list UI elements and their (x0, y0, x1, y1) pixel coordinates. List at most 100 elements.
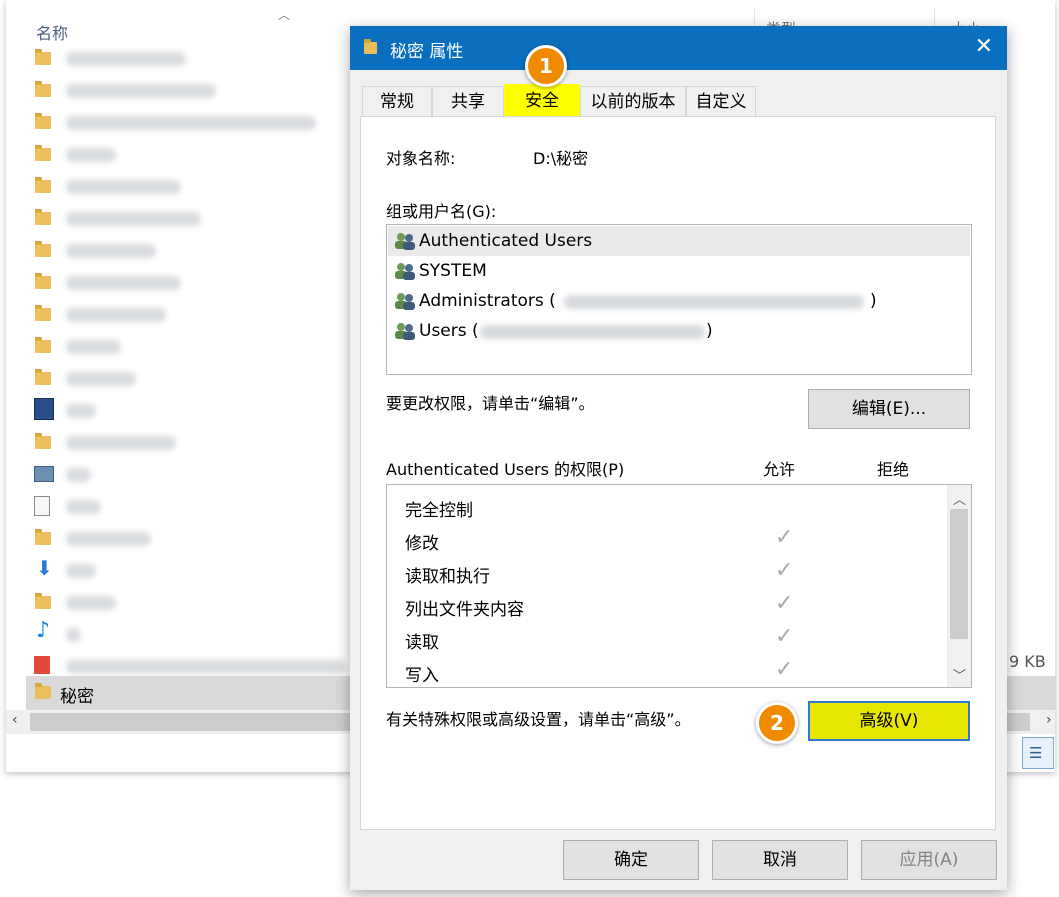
dialog-titlebar[interactable]: 秘密 属性 ✕ (350, 26, 1007, 70)
deny-header: 拒绝 (877, 460, 910, 479)
list-item[interactable]: ♪ (26, 618, 356, 650)
folder-icon (35, 683, 51, 699)
user-name-suffix: ) (706, 321, 713, 341)
allow-header: 允许 (763, 460, 796, 479)
details-view-button[interactable]: ☰ (1022, 737, 1054, 769)
scroll-left-icon[interactable]: ‹ (12, 712, 18, 728)
user-name: Administrators ( (419, 291, 556, 311)
list-item[interactable] (26, 106, 356, 138)
file-size: 9 KB (1009, 652, 1046, 671)
user-group-icon (394, 232, 416, 250)
scroll-down-icon[interactable]: ﹀ (953, 665, 966, 684)
list-item[interactable] (26, 138, 356, 170)
check-icon: ✓ (775, 525, 794, 550)
document-file-icon (34, 496, 50, 516)
list-item[interactable]: ⬇ (26, 554, 356, 586)
folder-icon (364, 39, 378, 56)
permissions-listbox[interactable]: 完全控制 修改 ✓ 读取和执行 ✓ 列出文件夹内容 ✓ 读取 ✓ 写入 ✓ ︿ … (386, 484, 972, 688)
tab-previous-versions[interactable]: 以前的版本 (580, 86, 686, 117)
pdf-file-icon (34, 656, 50, 674)
folder-icon (35, 177, 51, 193)
download-icon: ⬇ (36, 556, 53, 580)
permission-row-modify: 修改 ✓ (405, 522, 935, 555)
scrollbar-thumb[interactable] (950, 509, 968, 639)
list-item[interactable] (26, 394, 356, 426)
list-item[interactable] (26, 586, 356, 618)
scroll-right-icon[interactable]: › (1046, 712, 1052, 728)
user-name-suffix: ) (870, 291, 877, 311)
edit-hint: 要更改权限，请单击“编辑”。 (386, 394, 595, 413)
user-row-users[interactable]: Users ( ) (388, 316, 970, 346)
check-icon: ✓ (775, 591, 794, 616)
user-row-authenticated-users[interactable]: Authenticated Users (388, 226, 970, 256)
tab-security[interactable]: 安全 (504, 84, 580, 119)
permissions-label: Authenticated Users 的权限(P) (386, 460, 625, 479)
user-group-icon (394, 262, 416, 280)
permission-row-write: 写入 ✓ (405, 654, 935, 687)
list-item[interactable] (26, 330, 356, 362)
users-listbox[interactable]: Authenticated Users SYSTEM Administrator… (386, 224, 972, 375)
user-row-administrators[interactable]: Administrators ( ) (388, 286, 970, 316)
user-group-icon (394, 292, 416, 310)
list-item[interactable] (26, 234, 356, 266)
permission-name: 读取和执行 (405, 567, 490, 587)
list-item[interactable] (26, 490, 356, 522)
close-icon[interactable]: ✕ (975, 34, 993, 59)
check-icon: ✓ (775, 558, 794, 583)
dialog-title: 秘密 属性 (390, 42, 464, 62)
permission-row-list-folder: 列出文件夹内容 ✓ (405, 588, 935, 621)
tab-general[interactable]: 常规 (362, 86, 432, 117)
apply-button[interactable]: 应用(A) (861, 840, 997, 880)
permission-name: 读取 (405, 633, 439, 653)
check-icon: ✓ (775, 657, 794, 682)
folder-icon (35, 433, 51, 449)
advanced-button[interactable]: 高级(V) (808, 701, 970, 741)
vertical-scrollbar[interactable]: ︿ ﹀ (947, 485, 971, 687)
list-item[interactable] (26, 202, 356, 234)
user-row-system[interactable]: SYSTEM (388, 256, 970, 286)
list-item[interactable] (26, 426, 356, 458)
ok-button[interactable]: 确定 (563, 840, 699, 880)
list-item[interactable] (26, 458, 356, 490)
edit-button[interactable]: 编辑(E)... (808, 389, 970, 429)
advanced-hint: 有关特殊权限或高级设置，请单击“高级”。 (386, 710, 691, 729)
scroll-up-icon[interactable]: ︿ (953, 489, 966, 508)
folder-icon (35, 241, 51, 257)
folder-icon (35, 305, 51, 321)
permission-name: 写入 (405, 666, 439, 686)
selected-item-label: 秘密 (60, 687, 94, 707)
permission-name: 完全控制 (405, 501, 473, 521)
list-item[interactable] (26, 266, 356, 298)
folder-icon (35, 49, 51, 65)
list-item[interactable] (26, 170, 356, 202)
permission-name: 修改 (405, 534, 439, 554)
list-item[interactable] (26, 74, 356, 106)
image-file-icon (34, 466, 54, 482)
redacted-text (480, 325, 705, 339)
folder-icon (35, 369, 51, 385)
folder-icon (35, 113, 51, 129)
user-name: SYSTEM (419, 261, 487, 281)
list-item[interactable] (26, 298, 356, 330)
list-item[interactable] (26, 522, 356, 554)
music-file-icon: ♪ (36, 618, 51, 643)
tab-sharing[interactable]: 共享 (432, 86, 504, 117)
annotation-badge-1: 1 (525, 45, 567, 87)
list-item[interactable] (26, 42, 356, 74)
object-name-value: D:\秘密 (533, 149, 589, 168)
security-panel: 对象名称: D:\秘密 组或用户名(G): Authenticated User… (360, 116, 996, 830)
folder-icon (35, 337, 51, 353)
list-item[interactable] (26, 362, 356, 394)
sort-arrow-icon: ︿ (278, 8, 291, 22)
permission-row-full-control: 完全控制 (405, 489, 935, 522)
tab-customize[interactable]: 自定义 (686, 86, 756, 117)
user-name: Users ( (419, 321, 479, 341)
cancel-button[interactable]: 取消 (712, 840, 848, 880)
check-icon: ✓ (775, 624, 794, 649)
permission-row-read: 读取 ✓ (405, 621, 935, 654)
properties-dialog: 秘密 属性 ✕ 常规 共享 安全 以前的版本 自定义 对象名称: D:\秘密 组… (350, 26, 1007, 890)
column-header-name[interactable]: 名称 (36, 20, 68, 44)
folder-icon (35, 81, 51, 97)
list-view-icon: ☰ (1029, 744, 1043, 762)
user-name: Authenticated Users (419, 231, 593, 251)
